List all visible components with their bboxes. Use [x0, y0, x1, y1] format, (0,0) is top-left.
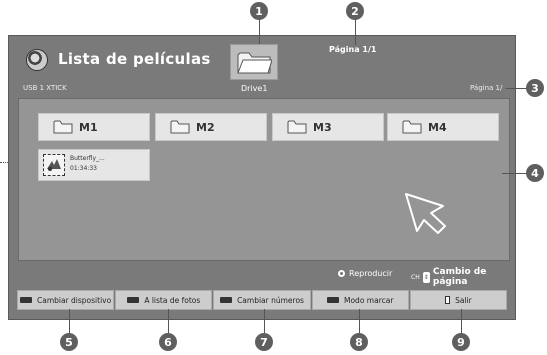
callout-1: 1 [250, 2, 268, 20]
play-hint: Reproducir [338, 269, 392, 278]
folder-icon [53, 120, 73, 134]
button-label: Modo marcar [344, 295, 394, 305]
page-indicator-top: Página 1/1 [329, 45, 377, 54]
file-list-panel: M1 M2 M3 M4 Butterfly_... 01:34:33 [18, 98, 510, 261]
callout-6: 6 [159, 333, 177, 351]
page-change-label: Cambio de página [432, 267, 487, 287]
drive-button[interactable] [230, 44, 278, 80]
callout-1-leader [259, 18, 260, 44]
movie-item[interactable]: Butterfly_... 01:34:33 [38, 149, 150, 181]
page-indicator: Página 1/ [470, 84, 503, 92]
callout-9: 9 [452, 333, 470, 351]
callout-3-leader [506, 88, 528, 89]
callout-4: 4 [526, 164, 544, 182]
callout-5-leader [69, 309, 70, 335]
drive-label: Drive1 [241, 84, 268, 93]
movie-thumbnail-icon [43, 154, 65, 176]
callout-8-leader [359, 309, 360, 335]
device-label: USB 1 XTICK [23, 84, 67, 92]
blue-key-icon [327, 297, 339, 303]
button-label: A lista de fotos [144, 295, 201, 305]
callout-7-leader [264, 309, 265, 335]
callout-7: 7 [255, 333, 273, 351]
folder-name: M3 [313, 120, 332, 134]
folder-name: M2 [196, 120, 215, 134]
callout-9-leader [461, 309, 462, 335]
folder-icon [237, 52, 272, 74]
ch-updown-icon: ⇕ [422, 271, 430, 283]
change-device-button[interactable]: Cambiar dispositivo [17, 290, 115, 310]
movie-list-screen: Lista de películas USB 1 XTICK Drive1 Pá… [8, 35, 516, 320]
ch-key-label: CH [411, 273, 420, 281]
red-key-icon [20, 297, 32, 303]
folder-item-m4[interactable]: M4 [387, 113, 499, 141]
callout-5: 5 [60, 333, 78, 351]
film-reel-icon [26, 49, 48, 71]
movie-duration: 01:34:33 [70, 165, 97, 172]
green-key-icon [127, 297, 140, 303]
callout-4-leader [502, 173, 528, 174]
folder-icon [402, 120, 422, 134]
callout-6-leader [168, 309, 169, 335]
button-label: Cambiar números [237, 295, 304, 305]
pointer-arrow-icon [405, 193, 446, 234]
button-label: Cambiar dispositivo [37, 295, 112, 305]
folder-name: M4 [428, 120, 447, 134]
photo-list-button[interactable]: A lista de fotos [115, 290, 213, 310]
bottom-button-bar: Cambiar dispositivo A lista de fotos Cam… [17, 290, 508, 310]
movie-title: Butterfly_... [70, 155, 105, 162]
yellow-key-icon [220, 297, 233, 303]
ok-button-icon [338, 270, 345, 277]
callout-3: 3 [526, 79, 544, 97]
page-change-hint: CH ⇕ Cambio de página [411, 267, 515, 287]
callout-2-leader [355, 18, 356, 45]
change-numbers-button[interactable]: Cambiar números [213, 290, 311, 310]
page-title: Lista de películas [58, 50, 211, 68]
folder-item-m1[interactable]: M1 [38, 113, 150, 141]
folder-item-m2[interactable]: M2 [155, 113, 267, 141]
play-hint-label: Reproducir [349, 269, 393, 278]
mark-mode-button[interactable]: Modo marcar [311, 290, 409, 310]
exit-button[interactable]: Salir [409, 290, 508, 310]
folder-icon [170, 120, 190, 134]
folder-name: M1 [79, 120, 98, 134]
exit-icon [445, 296, 451, 304]
callout-8: 8 [350, 333, 368, 351]
folder-item-m3[interactable]: M3 [272, 113, 384, 141]
folder-icon [287, 120, 307, 134]
button-label: Salir [455, 295, 472, 305]
callout-2: 2 [346, 2, 364, 20]
